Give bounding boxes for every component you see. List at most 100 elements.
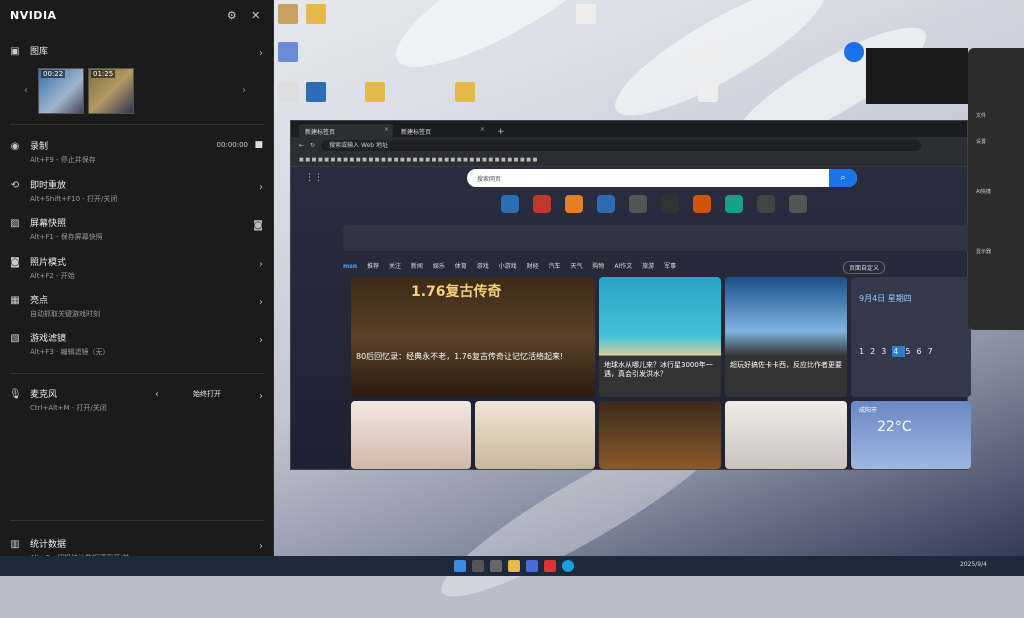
shortcut-icon[interactable]	[597, 195, 615, 213]
url-input[interactable]: 搜索或输入 Web 地址	[321, 139, 922, 151]
refresh-icon[interactable]: ↻	[310, 142, 315, 149]
edge-icon[interactable]	[562, 560, 574, 572]
stats-icon: ▥	[10, 539, 20, 550]
msn-tab[interactable]: 推荐	[367, 263, 379, 270]
chevron-right-icon[interactable]: ›	[242, 85, 246, 96]
msn-tab[interactable]: 购物	[592, 263, 604, 270]
app-icon[interactable]	[844, 42, 864, 62]
msn-tab[interactable]: 体育	[455, 263, 467, 270]
folder-icon[interactable]	[455, 82, 475, 102]
highlights-row[interactable]: ▦ 亮点 自动抓取关键游戏时刻 ›	[0, 293, 274, 323]
app-icon[interactable]	[306, 82, 326, 102]
customize-button[interactable]: 页面自定义	[842, 261, 885, 274]
calendar-days: 1234567	[859, 346, 939, 357]
msn-tab[interactable]: 军事	[664, 263, 676, 270]
msn-tab[interactable]: 汽车	[549, 263, 561, 270]
news-card[interactable]	[599, 401, 721, 469]
chevron-right-icon: ›	[259, 335, 263, 346]
shortcut-icon[interactable]	[789, 195, 807, 213]
gallery-thumb[interactable]: 00:22	[38, 68, 84, 114]
taskbar: 2025/9/4	[0, 556, 1024, 576]
msn-logo[interactable]: msn	[343, 263, 357, 270]
file-icon[interactable]	[698, 82, 718, 102]
weather-card[interactable]: 成阳市 22°C	[851, 401, 971, 469]
calendar-date: 9月4日 星期四	[859, 294, 912, 303]
shortcut-icon[interactable]	[693, 195, 711, 213]
taskview-icon[interactable]	[490, 560, 502, 572]
start-icon[interactable]	[454, 560, 466, 572]
shortcut-icon[interactable]	[629, 195, 647, 213]
msn-tab[interactable]: 旅游	[642, 263, 654, 270]
instant-replay-row[interactable]: ⟲ 即时重放 Alt+Shift+F10 - 打开/关闭 ›	[0, 178, 274, 208]
stop-icon[interactable]: ■	[254, 140, 263, 150]
shortcut-icon[interactable]	[565, 195, 583, 213]
chevron-left-icon[interactable]: ‹	[155, 389, 159, 400]
shortcut-icon[interactable]	[725, 195, 743, 213]
panel-item[interactable]: AI快捷	[976, 188, 991, 195]
file-icon[interactable]	[278, 82, 298, 102]
image-icon: ▨	[10, 218, 20, 229]
news-card[interactable]	[475, 401, 595, 469]
news-card[interactable]: 地球水从哪儿来？冰行星3000年一遇，真会引发洪水？	[599, 277, 721, 397]
links-panel	[343, 225, 973, 251]
msn-tab[interactable]: AI作文	[614, 263, 632, 270]
game-filter-row[interactable]: ▧ 游戏滤镜 Alt+F3 · 编辑滤镜（无） ›	[0, 331, 274, 361]
file-icon[interactable]	[576, 4, 596, 24]
app-icon[interactable]	[526, 560, 538, 572]
calendar-card[interactable]: 9月4日 星期四 1234567	[851, 277, 971, 397]
folder-icon[interactable]	[365, 82, 385, 102]
shortcut-icon[interactable]	[661, 195, 679, 213]
back-icon[interactable]: ←	[299, 142, 304, 149]
filter-icon: ▧	[10, 333, 20, 344]
camera-icon: ◙	[10, 257, 20, 268]
app-icon[interactable]	[544, 560, 556, 572]
msn-tab[interactable]: 天气	[570, 263, 582, 270]
msn-tab[interactable]: 游戏	[477, 263, 489, 270]
camera-icon[interactable]: ◙	[253, 220, 263, 231]
news-card[interactable]: 1.76复古传奇 80后回忆录：经典永不老，1.76复古传奇让记忆活络起来!	[351, 277, 595, 397]
shortcut-icon[interactable]	[501, 195, 519, 213]
folder-icon[interactable]	[306, 4, 326, 24]
msn-tab[interactable]: 财经	[527, 263, 539, 270]
file-icon[interactable]	[698, 44, 718, 64]
chevron-left-icon[interactable]: ‹	[24, 85, 28, 96]
desktop-icon[interactable]	[278, 4, 298, 24]
close-icon[interactable]: ×	[384, 126, 389, 133]
screenshot-row[interactable]: ▨ 屏幕快照 Alt+F1 - 保存屏幕快照 ◙	[0, 216, 274, 246]
chevron-right-icon[interactable]: ›	[259, 391, 263, 402]
msn-tab[interactable]: 新闻	[411, 263, 423, 270]
panel-item[interactable]: 显示器	[976, 248, 991, 255]
news-card[interactable]	[725, 401, 847, 469]
new-tab-icon[interactable]: +	[497, 127, 505, 137]
chevron-right-icon: ›	[259, 259, 263, 270]
search-input[interactable]: 搜索网页 ⌕	[467, 169, 857, 187]
news-card[interactable]	[351, 401, 471, 469]
search-icon[interactable]	[472, 560, 484, 572]
browser-tab[interactable]: 新建标签页 ×	[299, 124, 393, 137]
msn-tab[interactable]: 娱乐	[433, 263, 445, 270]
gallery-thumb[interactable]: 01:25	[88, 68, 134, 114]
panel-item[interactable]: 设置	[976, 138, 986, 145]
folder-icon[interactable]	[508, 560, 520, 572]
microphone-row[interactable]: 🎙 麦克风 Ctrl+Alt+M · 打开/关闭 ‹ 始终打开 ›	[0, 387, 274, 417]
shortcut-icon[interactable]	[757, 195, 775, 213]
panel-item[interactable]: 文件	[976, 112, 986, 119]
desktop-icon[interactable]	[278, 42, 298, 62]
close-icon[interactable]: ×	[480, 126, 485, 133]
address-bar: ← ↻ 搜索或输入 Web 地址	[291, 137, 967, 153]
apps-grid-icon[interactable]: ⋮⋮	[305, 173, 323, 183]
news-card[interactable]: 超玩好搞佐卡卡西，反应比作者更要	[725, 277, 847, 397]
record-row[interactable]: ◉ 录制 Alt+F9 - 停止并保存 00:00:00 ■	[0, 139, 274, 169]
browser-tab[interactable]: 新建标签页 ×	[395, 124, 489, 137]
shortcut-icon[interactable]	[533, 195, 551, 213]
photo-mode-row[interactable]: ◙ 照片模式 Alt+F2 - 开始 ›	[0, 255, 274, 285]
clock[interactable]: 2025/9/4	[960, 561, 987, 568]
gear-icon[interactable]: ⚙	[225, 8, 239, 22]
search-icon[interactable]: ⌕	[829, 169, 857, 187]
close-icon[interactable]: ✕	[249, 8, 263, 22]
msn-tab[interactable]: 关注	[389, 263, 401, 270]
msn-tab[interactable]: 小游戏	[499, 263, 517, 270]
card-banner: 1.76复古传奇	[411, 284, 502, 300]
replay-icon: ⟲	[10, 180, 20, 191]
highlights-icon: ▦	[10, 295, 20, 306]
